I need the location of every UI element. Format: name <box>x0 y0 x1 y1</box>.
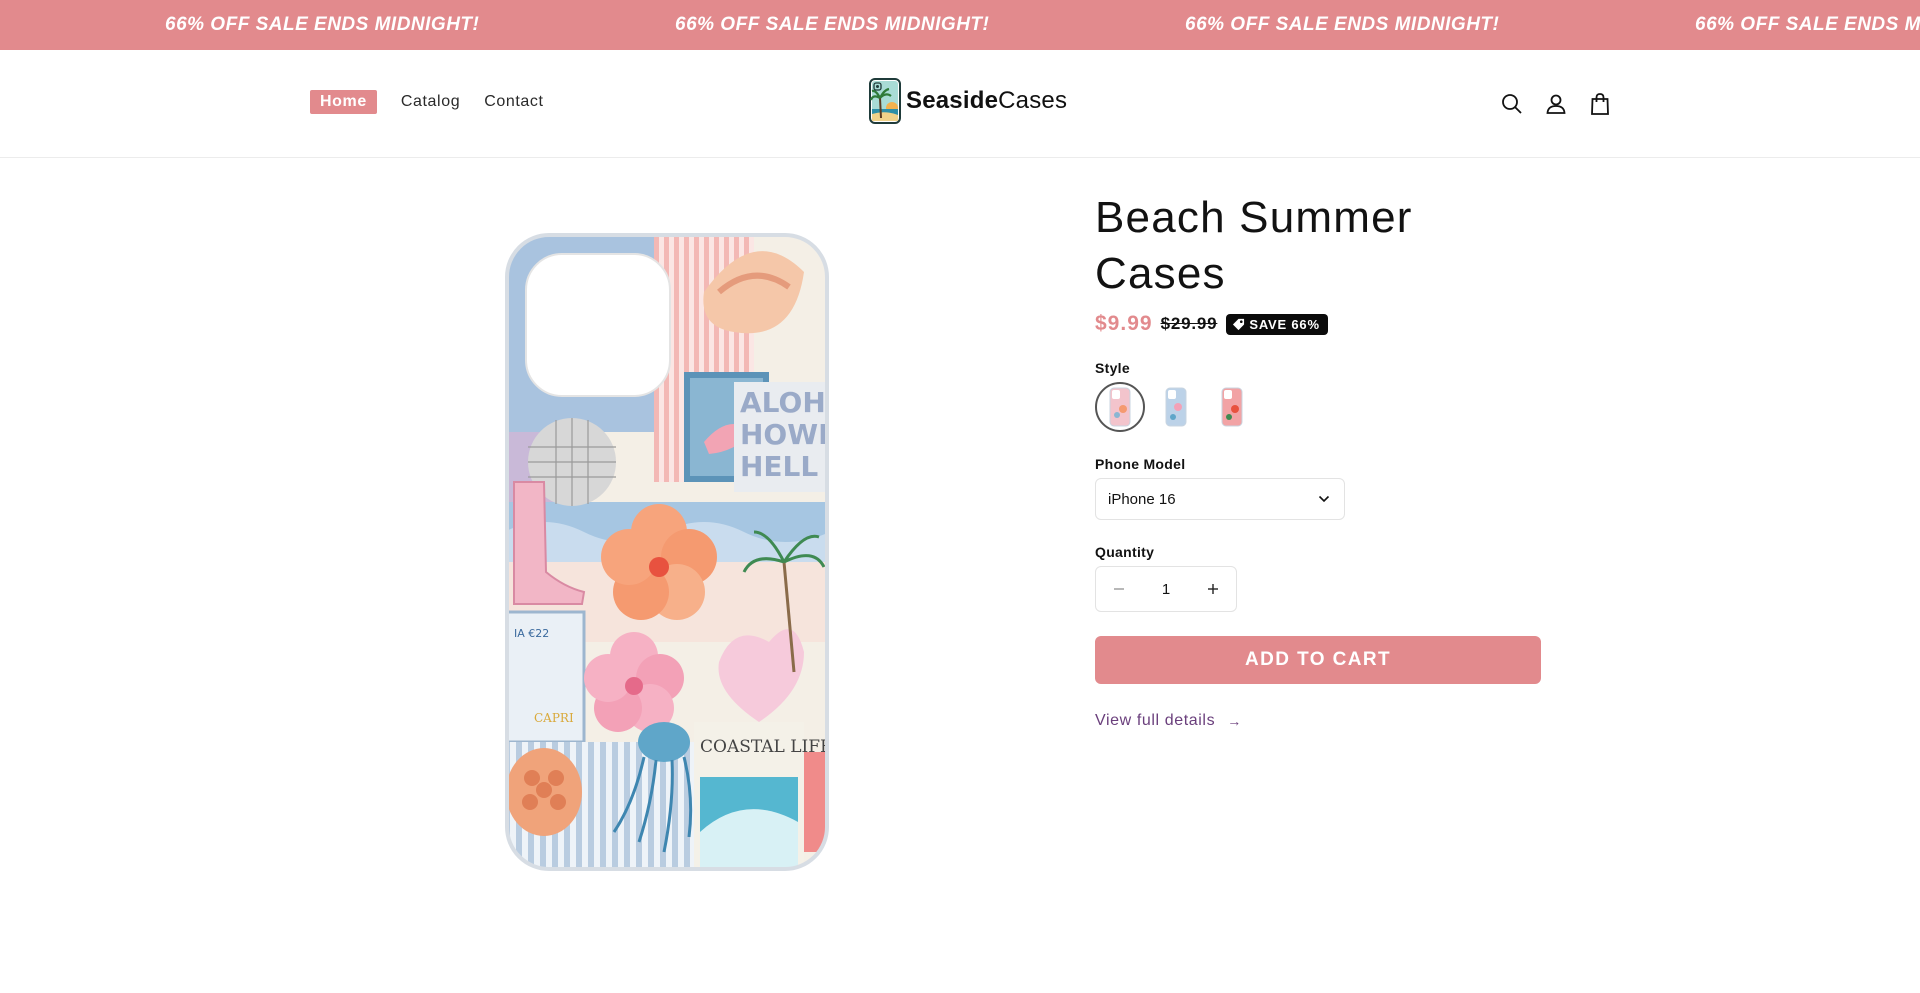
nav-item-catalog[interactable]: Catalog <box>401 93 460 111</box>
case-thumbnail-blue-icon <box>1165 387 1187 427</box>
quantity-increase-button[interactable] <box>1190 567 1236 611</box>
compare-price: $29.99 <box>1160 314 1218 333</box>
nav-item-contact[interactable]: Contact <box>484 93 543 111</box>
svg-text:HOWE: HOWE <box>740 418 830 451</box>
style-label: Style <box>1095 360 1130 376</box>
save-badge: SAVE 66% <box>1226 313 1328 335</box>
svg-text:ALOH: ALOH <box>740 386 826 419</box>
phone-model-label: Phone Model <box>1095 456 1186 472</box>
quantity-input[interactable]: 1 <box>1162 581 1170 598</box>
case-thumbnail-red-icon <box>1221 387 1243 427</box>
logo-phone-palm-icon <box>869 78 901 124</box>
quantity-label: Quantity <box>1095 544 1155 560</box>
style-swatches <box>1095 382 1545 432</box>
logo-wordmark: SeasideCases <box>906 87 1068 114</box>
style-swatch-3[interactable] <box>1207 382 1257 432</box>
plus-icon <box>1208 584 1218 594</box>
tag-icon <box>1233 318 1245 330</box>
announcement-text: 66% OFF SALE ENDS MIDNIGHT! <box>1185 14 1500 35</box>
svg-text:CAPRI: CAPRI <box>534 711 574 725</box>
quantity-decrease-button[interactable] <box>1096 567 1142 611</box>
quantity-stepper: 1 <box>1095 566 1237 612</box>
style-swatch-2[interactable] <box>1151 382 1201 432</box>
svg-text:IA €22: IA €22 <box>514 627 549 640</box>
product-image: ALOH HOWE HELL IA €22 CAPRI COASTAL LIFE <box>505 233 830 871</box>
announcement-text: 66% OFF SALE ENDS MIDNIGHT! <box>675 14 990 35</box>
announcement-text: 66% OFF SALE ENDS MIDNIGHT! <box>1695 14 1920 35</box>
style-swatch-1[interactable] <box>1095 382 1145 432</box>
account-icon[interactable] <box>1544 92 1568 116</box>
site-header: Home Catalog Contact SeasideCases <box>0 50 1920 158</box>
product-info: Beach Summer Cases $9.99 $29.99 SAVE 66%… <box>1095 190 1545 730</box>
phone-model-select[interactable]: iPhone 16 <box>1095 478 1345 520</box>
price-row: $9.99 $29.99 SAVE 66% <box>1095 312 1545 336</box>
main-nav: Home Catalog Contact <box>310 90 568 114</box>
save-badge-label: SAVE 66% <box>1249 316 1320 332</box>
svg-text:HELL: HELL <box>740 450 818 483</box>
cart-icon[interactable] <box>1588 92 1612 116</box>
chevron-down-icon <box>1318 495 1330 503</box>
product-title: Beach Summer Cases <box>1095 193 1413 298</box>
nav-item-home[interactable]: Home <box>310 90 377 114</box>
announcement-text: 66% OFF SALE ENDS MIDNIGHT! <box>165 14 480 35</box>
minus-icon <box>1114 588 1124 590</box>
case-thumbnail-pink-icon <box>1109 387 1131 427</box>
header-icons <box>1500 92 1612 116</box>
search-icon[interactable] <box>1500 92 1524 116</box>
site-logo[interactable]: SeasideCases <box>868 78 1067 124</box>
arrow-right-icon: → <box>1227 713 1242 729</box>
view-full-details-label: View full details <box>1095 712 1216 729</box>
announcement-bar: 66% OFF SALE ENDS MIDNIGHT! 66% OFF SALE… <box>0 0 1920 50</box>
add-to-cart-button[interactable]: ADD TO CART <box>1095 636 1541 684</box>
phone-model-value: iPhone 16 <box>1108 490 1176 508</box>
sale-price: $9.99 <box>1095 312 1153 335</box>
view-full-details-link[interactable]: View full details → <box>1095 712 1545 730</box>
